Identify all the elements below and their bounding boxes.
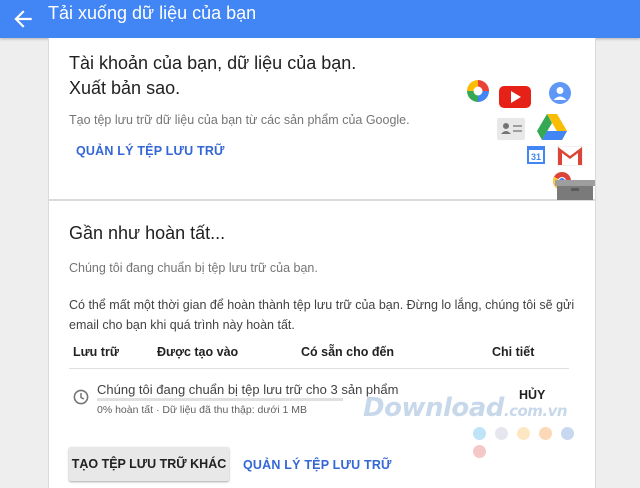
create-another-archive-button[interactable]: TẠO TỆP LƯU TRỮ KHÁC — [69, 447, 229, 481]
watermark-dot — [517, 427, 530, 440]
watermark-dot — [561, 427, 574, 440]
archive-box-icon — [555, 180, 595, 200]
col-details: Chi tiết — [492, 345, 535, 359]
calendar-icon: 31 — [527, 146, 545, 164]
gmail-icon — [557, 146, 583, 166]
clock-icon — [73, 389, 89, 405]
archive-row-title: Chúng tôi đang chuẩn bị tệp lưu trữ cho … — [97, 382, 399, 397]
arrow-back-icon[interactable] — [10, 6, 36, 32]
manage-archives-link[interactable]: QUẢN LÝ TỆP LƯU TRỮ — [76, 144, 225, 158]
watermark-dot — [473, 427, 486, 440]
manage-archives-link-bottom[interactable]: QUẢN LÝ TỆP LƯU TRỮ — [243, 458, 392, 472]
col-archive: Lưu trữ — [73, 345, 119, 359]
page-title: Tải xuống dữ liệu của bạn — [48, 3, 257, 23]
progress-bar — [97, 398, 343, 401]
archive-table-header: Lưu trữ Được tạo vào Có sẵn cho đến Chi … — [69, 341, 569, 369]
watermark-text: Download — [363, 393, 504, 423]
watermark-dot — [495, 427, 508, 440]
intro-subheading: Xuất bản sao. — [69, 78, 181, 98]
col-available-until: Có sẵn cho đến — [301, 345, 395, 359]
photos-icon — [467, 80, 489, 102]
archive-row-status: 0% hoàn tất · Dữ liệu đã thu thập: dưới … — [97, 404, 308, 416]
profile-icon — [549, 82, 571, 104]
watermark-suffix: .com.vn — [503, 402, 568, 420]
watermark-dot — [539, 427, 552, 440]
contacts-icon — [497, 118, 525, 140]
status-title: Gần như hoàn tất... — [69, 223, 226, 243]
svg-text:31: 31 — [531, 152, 541, 162]
intro-card: Tài khoản của bạn, dữ liệu của bạn. Xuất… — [48, 38, 596, 200]
watermark: Download.com.vn — [363, 393, 568, 423]
watermark-dots — [473, 427, 595, 463]
drive-icon — [537, 114, 567, 140]
col-created: Được tạo vào — [157, 345, 239, 359]
status-info: Có thể mất một thời gian để hoàn thành t… — [69, 298, 575, 332]
intro-heading: Tài khoản của bạn, dữ liệu của bạn. — [69, 53, 357, 73]
status-card: Gần như hoàn tất... Chúng tôi đang chuẩn… — [48, 200, 596, 488]
youtube-icon — [499, 86, 531, 108]
watermark-dot — [473, 445, 486, 458]
app-bar: Tải xuống dữ liệu của bạn — [0, 0, 640, 38]
status-subtitle: Chúng tôi đang chuẩn bị tệp lưu trữ của … — [69, 261, 318, 275]
product-icons: 31 — [461, 76, 597, 200]
intro-description: Tạo tệp lưu trữ dữ liệu của bạn từ các s… — [69, 113, 410, 127]
